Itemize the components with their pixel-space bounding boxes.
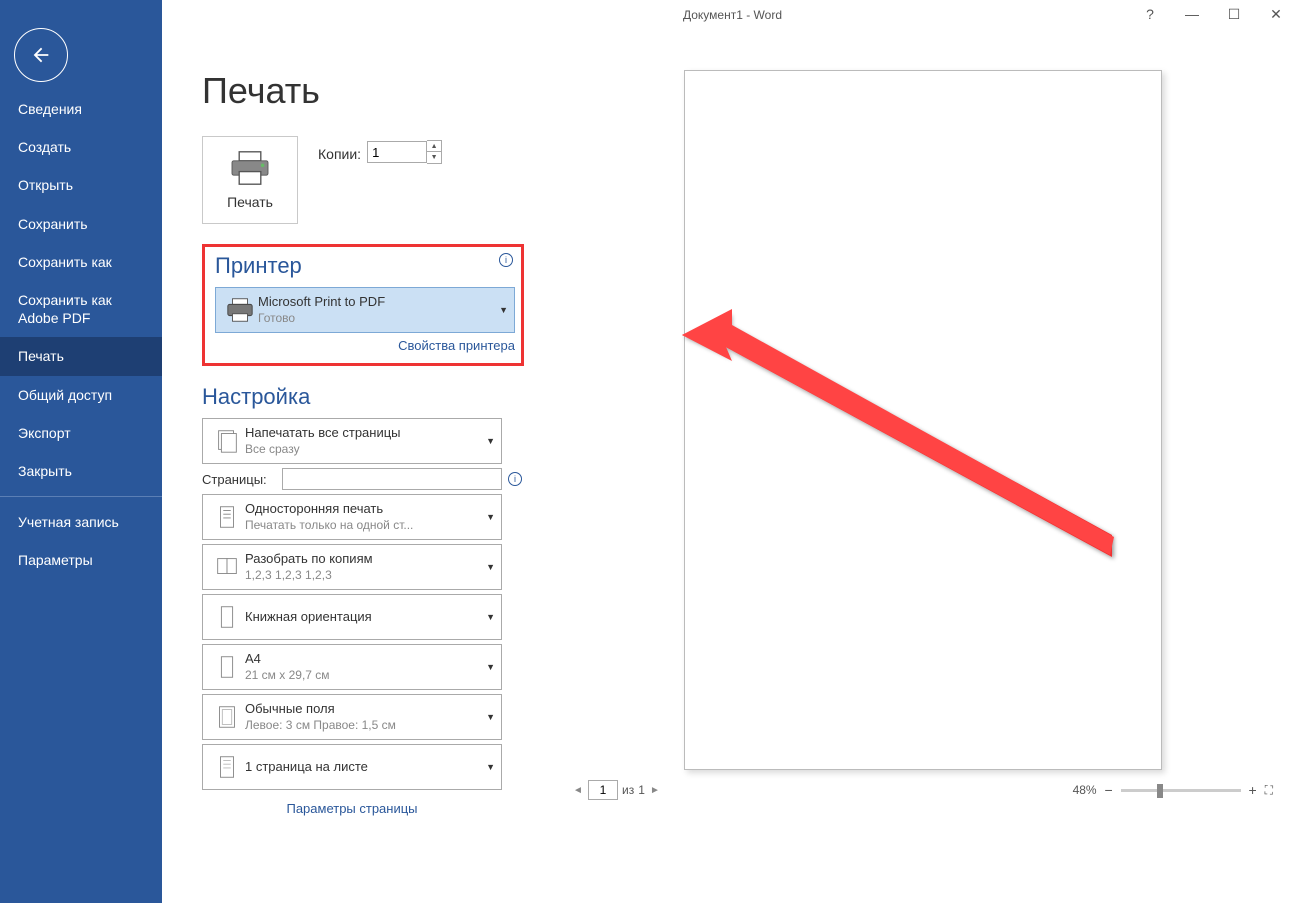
zoom-in-button[interactable]: + xyxy=(1247,782,1259,798)
help-button[interactable]: ? xyxy=(1141,6,1159,23)
copies-spinner[interactable]: ▲▼ xyxy=(427,140,442,164)
next-page-button[interactable]: ► xyxy=(649,785,661,796)
page-side-icon xyxy=(209,499,245,535)
sides-dropdown[interactable]: Односторонняя печатьПечатать только на о… xyxy=(202,494,502,540)
preview-page xyxy=(684,70,1162,770)
orientation-icon xyxy=(209,599,245,635)
paper-icon xyxy=(209,649,245,685)
zoom-out-button[interactable]: − xyxy=(1103,782,1115,798)
printer-properties-link[interactable]: Свойства принтера xyxy=(398,338,515,353)
copies-input[interactable] xyxy=(367,141,427,163)
nav-open[interactable]: Открыть xyxy=(0,166,162,204)
collate-icon xyxy=(209,549,245,585)
titlebar: Документ1 - Word ? — ☐ ✕ xyxy=(162,0,1303,30)
copies-label: Копии: xyxy=(318,146,361,162)
zoom-value: 48% xyxy=(1073,783,1097,797)
chevron-down-icon: ▼ xyxy=(486,662,495,672)
nav-print[interactable]: Печать xyxy=(0,337,162,375)
page-total: 1 xyxy=(638,783,645,797)
fit-to-page-button[interactable]: ⛶ xyxy=(1265,783,1273,798)
printer-info-icon[interactable]: i xyxy=(499,253,513,267)
nav-close[interactable]: Закрыть xyxy=(0,452,162,490)
per-sheet-icon xyxy=(209,749,245,785)
printer-status: Готово xyxy=(258,311,495,326)
print-button[interactable]: Печать xyxy=(202,136,298,224)
current-page-input[interactable] xyxy=(588,780,618,800)
chevron-down-icon: ▼ xyxy=(486,762,495,772)
paper-dropdown[interactable]: A421 см x 29,7 см ▼ xyxy=(202,644,502,690)
preview-statusbar: ◄ из 1 ► 48% − + ⛶ xyxy=(572,770,1273,800)
window-title: Документ1 - Word xyxy=(683,8,782,22)
printer-name: Microsoft Print to PDF xyxy=(258,294,495,310)
zoom-slider[interactable] xyxy=(1121,789,1241,792)
chevron-down-icon: ▼ xyxy=(486,436,495,446)
page-setup-link[interactable]: Параметры страницы xyxy=(286,801,417,816)
nav-save-pdf[interactable]: Сохранить как Adobe PDF xyxy=(0,281,162,337)
nav-share[interactable]: Общий доступ xyxy=(0,376,162,414)
chevron-down-icon: ▼ xyxy=(499,305,508,315)
close-button[interactable]: ✕ xyxy=(1267,6,1285,23)
pages-info-icon[interactable]: i xyxy=(508,472,522,486)
preview-column: ◄ из 1 ► 48% − + ⛶ xyxy=(542,40,1303,903)
chevron-down-icon: ▼ xyxy=(486,562,495,572)
print-button-label: Печать xyxy=(227,194,273,210)
nav-save-as[interactable]: Сохранить как xyxy=(0,243,162,281)
print-what-dropdown[interactable]: Напечатать все страницыВсе сразу ▼ xyxy=(202,418,502,464)
pages-input[interactable] xyxy=(282,468,502,490)
settings-section-title: Настройка xyxy=(202,384,524,410)
nav-export[interactable]: Экспорт xyxy=(0,414,162,452)
nav-options[interactable]: Параметры xyxy=(0,541,162,579)
prev-page-button[interactable]: ◄ xyxy=(572,785,584,796)
nav-new[interactable]: Создать xyxy=(0,128,162,166)
maximize-button[interactable]: ☐ xyxy=(1225,6,1243,23)
minimize-button[interactable]: — xyxy=(1183,6,1201,23)
settings-column: Печать Печать Копии: ▲▼ xyxy=(162,40,542,903)
printer-section-outlined: Принтер i Microsoft Print to PDF Готово … xyxy=(202,244,524,366)
nav-account[interactable]: Учетная запись xyxy=(0,503,162,541)
margins-dropdown[interactable]: Обычные поляЛевое: 3 см Правое: 1,5 см ▼ xyxy=(202,694,502,740)
margins-icon xyxy=(209,699,245,735)
pages-label: Страницы: xyxy=(202,472,282,487)
sidebar: Сведения Создать Открыть Сохранить Сохра… xyxy=(0,0,162,903)
chevron-down-icon: ▼ xyxy=(486,612,495,622)
printer-device-icon xyxy=(222,292,258,328)
nav-info[interactable]: Сведения xyxy=(0,90,162,128)
page-title: Печать xyxy=(202,70,524,112)
chevron-down-icon: ▼ xyxy=(486,712,495,722)
page-sep: из xyxy=(622,783,634,797)
per-sheet-dropdown[interactable]: 1 страница на листе ▼ xyxy=(202,744,502,790)
back-button[interactable] xyxy=(14,28,68,82)
chevron-down-icon: ▼ xyxy=(486,512,495,522)
main: Печать Печать Копии: ▲▼ xyxy=(162,0,1303,903)
nav-save[interactable]: Сохранить xyxy=(0,205,162,243)
printer-icon xyxy=(228,150,272,186)
collate-dropdown[interactable]: Разобрать по копиям1,2,3 1,2,3 1,2,3 ▼ xyxy=(202,544,502,590)
printer-section-title: Принтер xyxy=(215,253,511,279)
printer-dropdown[interactable]: Microsoft Print to PDF Готово ▼ xyxy=(215,287,515,333)
pages-icon xyxy=(209,423,245,459)
orientation-dropdown[interactable]: Книжная ориентация ▼ xyxy=(202,594,502,640)
